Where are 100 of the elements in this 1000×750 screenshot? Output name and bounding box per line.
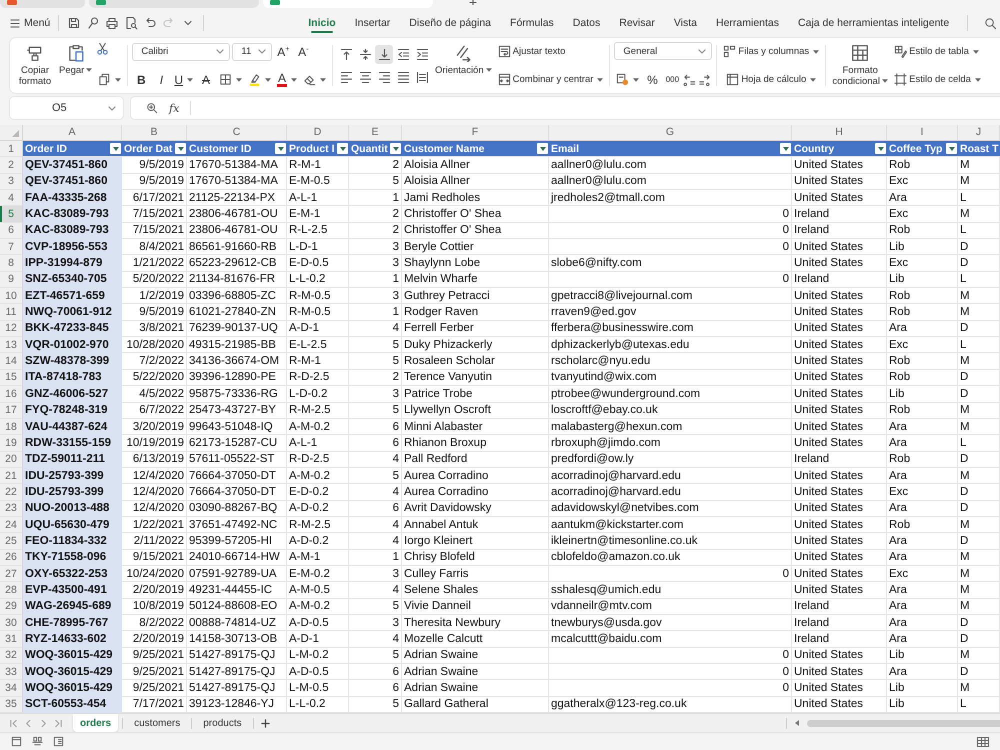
filter-button[interactable] [390, 143, 401, 154]
row-header[interactable]: 35 [0, 696, 23, 713]
row-header[interactable]: 25 [0, 533, 23, 550]
copy-format-button[interactable]: Copiar formato [15, 42, 55, 89]
row-header[interactable]: 20 [0, 452, 23, 468]
print-icon[interactable] [105, 16, 120, 30]
row-header[interactable]: 19 [0, 435, 23, 452]
row-header[interactable]: 23 [0, 500, 23, 517]
merge-center-button[interactable]: Combinar y centrar [496, 70, 606, 89]
filter-button[interactable] [110, 143, 121, 154]
plus-icon[interactable] [469, 0, 477, 5]
row-header[interactable]: 9 [0, 272, 23, 288]
row-header[interactable]: 16 [0, 386, 23, 402]
filter-button[interactable] [537, 143, 548, 154]
worksheet-button[interactable]: Hoja de cálculo [721, 70, 822, 89]
row-header[interactable]: 17 [0, 402, 23, 419]
row-header[interactable]: 30 [0, 614, 23, 632]
wrap-text-button[interactable]: Ajustar texto [496, 42, 568, 61]
row-header[interactable]: 13 [0, 337, 23, 354]
thousands-button[interactable]: 000 [663, 70, 682, 89]
browser-tab[interactable] [263, 0, 433, 8]
save-icon[interactable] [67, 16, 82, 30]
row-header[interactable]: 18 [0, 418, 23, 436]
font-size-field[interactable]: 11 [232, 42, 272, 60]
filter-button[interactable] [946, 143, 957, 154]
underline-button[interactable]: U [172, 70, 196, 89]
shrink-font-button[interactable]: A$^{-}$ [294, 42, 312, 61]
ribbon-tab[interactable]: Vista [674, 8, 697, 38]
row-header[interactable]: 10 [0, 288, 23, 304]
scissors-icon[interactable] [96, 42, 110, 55]
grow-font-button[interactable]: A$^{+}$ [274, 42, 292, 61]
scroll-left-icon[interactable] [795, 720, 799, 726]
row-header[interactable]: 12 [0, 320, 23, 338]
sheet-tab[interactable]: products [196, 714, 249, 732]
font-color-button[interactable]: A [275, 70, 300, 89]
function-button[interactable]: fx [167, 99, 182, 117]
zoom-icon[interactable] [146, 102, 158, 114]
row-header[interactable]: 28 [0, 582, 23, 599]
ribbon-tab[interactable]: Revisar [619, 8, 655, 38]
row-header[interactable]: 33 [0, 664, 23, 680]
magnifier-icon[interactable] [86, 16, 100, 30]
row-header[interactable]: 6 [0, 222, 23, 240]
ribbon-tab[interactable]: Insertar [354, 8, 390, 38]
italic-button[interactable]: I [152, 70, 170, 89]
row-header[interactable]: 26 [0, 550, 23, 566]
row-header[interactable]: 32 [0, 648, 23, 664]
filter-button[interactable] [875, 143, 886, 154]
row-header[interactable]: 29 [0, 598, 23, 615]
table-style-button[interactable]: Estilo de tabla [892, 42, 981, 61]
percent-button[interactable]: % [643, 70, 662, 89]
align-bottom-button[interactable] [375, 44, 394, 64]
print-preview-icon[interactable] [124, 16, 138, 30]
row-header[interactable]: 31 [0, 631, 23, 648]
row-header[interactable]: 5 [0, 206, 23, 223]
row-header[interactable]: 14 [0, 353, 23, 370]
row-header[interactable]: 4 [0, 190, 23, 206]
strikethrough-button[interactable]: A [197, 70, 216, 89]
row-header[interactable]: 15 [0, 370, 23, 386]
row-header[interactable]: 3 [0, 174, 23, 190]
decrease-decimal-icon[interactable] [698, 73, 712, 86]
page-break-icon[interactable] [32, 736, 43, 747]
conditional-format-button[interactable]: Formato condicional [830, 42, 890, 89]
filter-button[interactable] [337, 143, 348, 154]
ribbon-tab[interactable]: Diseño de página [409, 8, 492, 38]
rows-columns-button[interactable]: Filas y columnas [721, 42, 822, 61]
font-name-field[interactable]: Calibri [132, 42, 230, 60]
sheet-tab[interactable]: orders [73, 714, 118, 732]
row-header[interactable]: 22 [0, 484, 23, 501]
add-sheet-icon[interactable] [260, 718, 270, 728]
row-header[interactable]: 8 [0, 255, 23, 272]
cell-style-button[interactable]: Estilo de celda [892, 70, 983, 89]
row-header[interactable]: 34 [0, 680, 23, 697]
sheet-tab[interactable]: customers [127, 714, 188, 732]
paste-button[interactable]: Pegar [57, 42, 94, 89]
orientation-button[interactable]: Orientación [433, 42, 494, 89]
row-header[interactable]: 2 [0, 157, 23, 174]
name-box[interactable]: O5 [10, 97, 123, 119]
grid-view-icon[interactable] [976, 736, 990, 748]
search-icon[interactable] [984, 16, 998, 30]
ribbon-tab[interactable]: Fórmulas [510, 8, 554, 38]
ribbon-tab[interactable]: Inicio [308, 8, 336, 38]
row-header[interactable]: 27 [0, 566, 23, 582]
row-header[interactable]: 21 [0, 468, 23, 484]
browser-tab[interactable] [0, 0, 85, 8]
row-header[interactable]: 7 [0, 239, 23, 256]
row-header[interactable]: 11 [0, 304, 23, 321]
page-icon[interactable] [11, 736, 22, 747]
ribbon-tab[interactable]: Caja de herramientas inteligente [798, 8, 950, 38]
ribbon-tab[interactable]: Herramientas [716, 8, 780, 38]
filter-button[interactable] [780, 143, 791, 154]
bold-button[interactable]: B [132, 70, 150, 89]
ribbon-tab[interactable]: Datos [572, 8, 600, 38]
list-icon[interactable] [53, 736, 64, 747]
filter-button[interactable] [175, 143, 186, 154]
row-header[interactable]: 1 [0, 141, 23, 158]
increase-decimal-icon[interactable] [683, 73, 696, 86]
number-format-field[interactable]: General [614, 42, 712, 60]
row-header[interactable]: 24 [0, 516, 23, 534]
filter-button[interactable] [275, 143, 286, 154]
scrollbar-thumb[interactable] [807, 720, 1000, 726]
